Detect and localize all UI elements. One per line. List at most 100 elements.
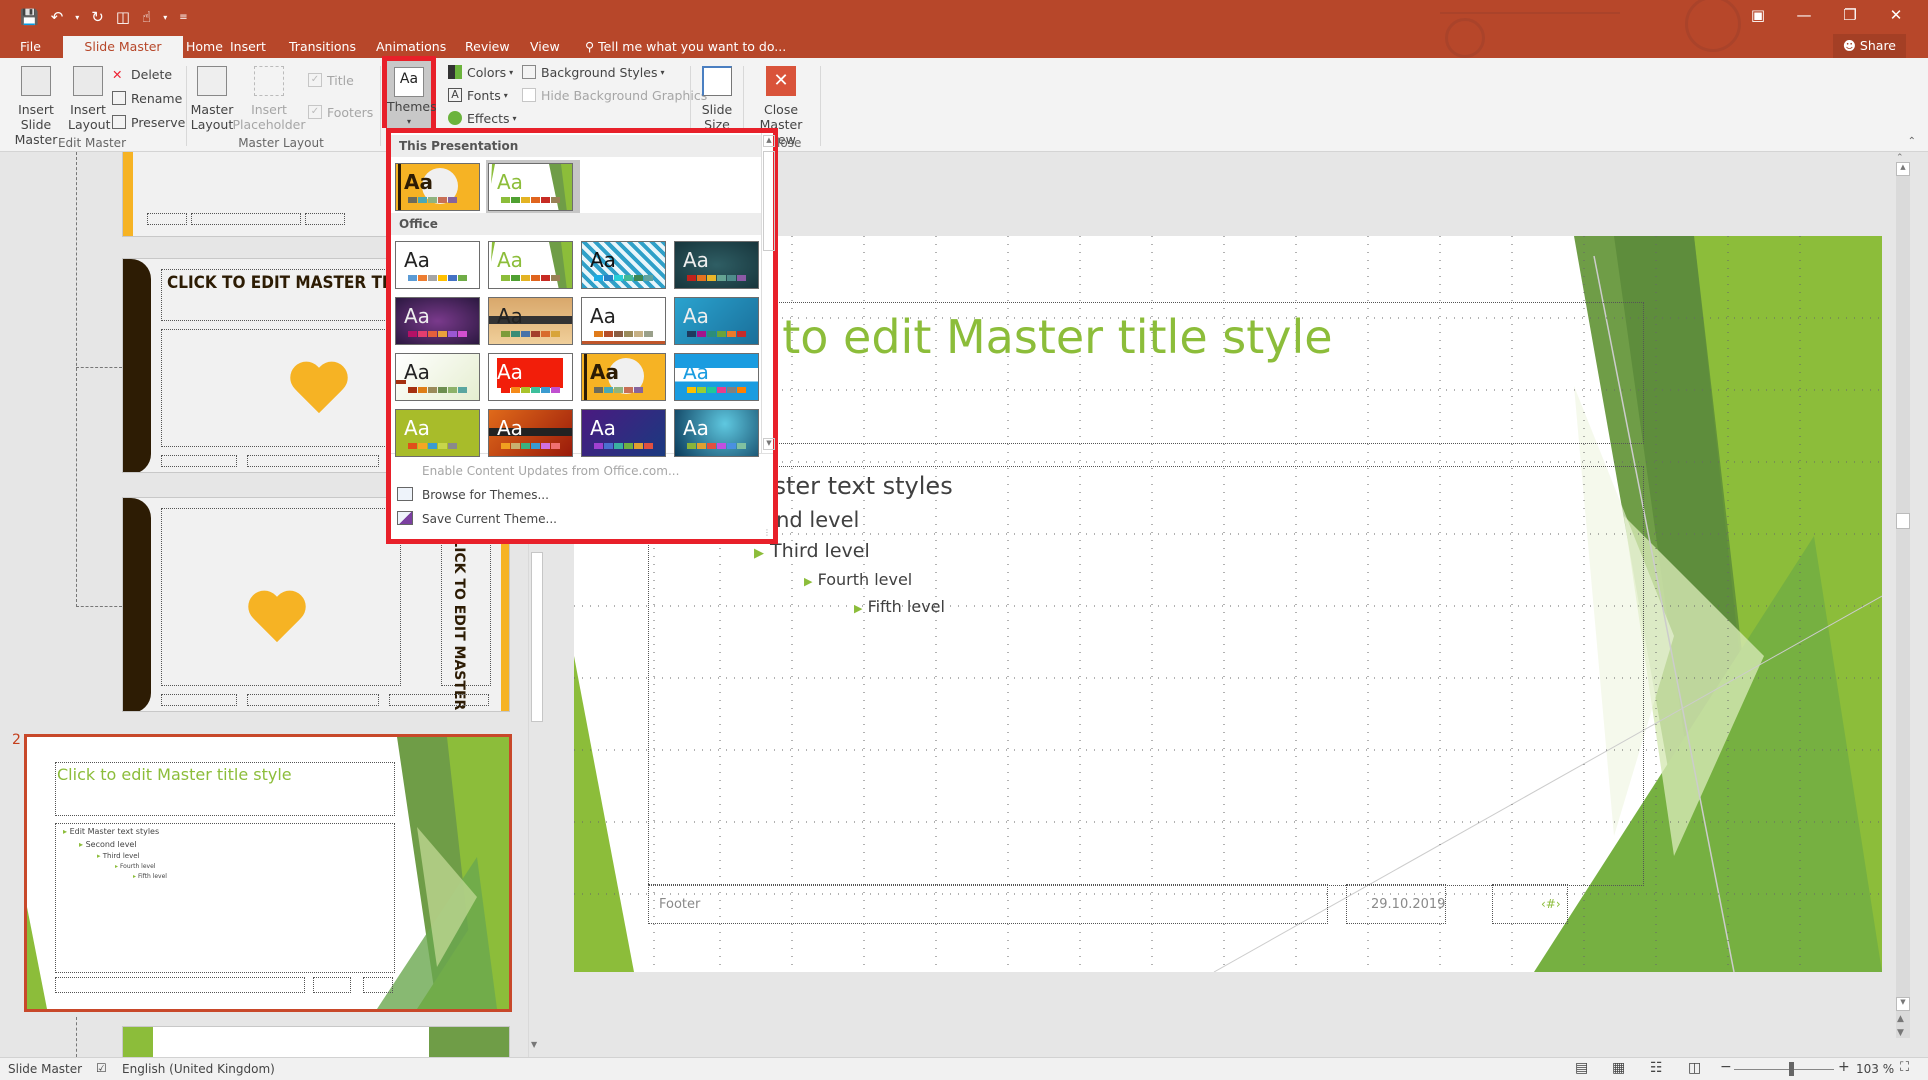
theme-office-16[interactable]: Aa (674, 409, 759, 457)
footers-checkbox[interactable]: ✓ Footers (308, 102, 373, 122)
scrollbar-thumb[interactable] (531, 552, 543, 722)
theme-office-3[interactable]: Aa (581, 241, 666, 289)
checkbox-icon (522, 88, 536, 102)
scroll-down-icon[interactable]: ▼ (763, 438, 775, 450)
slide-number: 2 (12, 732, 21, 748)
scroll-down-icon[interactable]: ▼ (1896, 997, 1910, 1011)
theme-office-13[interactable]: Aa (395, 409, 480, 457)
ribbon-display-options-icon[interactable]: ▣ (1735, 4, 1781, 26)
insert-placeholder-button[interactable]: Insert Placeholder (230, 66, 308, 132)
delete-button[interactable]: ✕ Delete (112, 64, 185, 84)
theme-office-12[interactable]: Aa (674, 353, 759, 401)
rename-button[interactable]: Rename (112, 88, 185, 108)
theme-this-presentation-1[interactable]: Aa (395, 163, 480, 211)
tell-me-search[interactable]: ⚲ Tell me what you want to do... (575, 36, 796, 58)
theme-office-14[interactable]: Aa (488, 409, 573, 457)
insert-slide-master-button[interactable]: Insert Slide Master (4, 66, 68, 147)
thumbnail-selected-master[interactable]: Click to edit Master title style ▸ Edit … (24, 734, 512, 1012)
tab-file[interactable]: File (10, 36, 51, 58)
scrollbar-thumb[interactable] (763, 151, 775, 251)
theme-color-swatches (501, 275, 561, 281)
effects-button[interactable]: Effects ▾ (448, 108, 517, 128)
status-view-label: Slide Master (8, 1062, 83, 1076)
hide-background-graphics-checkbox[interactable]: Hide Background Graphics (522, 85, 707, 105)
scroll-up-icon[interactable]: ▲ (1896, 162, 1910, 176)
slide-number-placeholder[interactable]: ‹#› (1492, 884, 1568, 924)
browse-for-themes-item[interactable]: Browse for Themes... (391, 483, 761, 507)
zoom-in-icon[interactable]: + (1838, 1059, 1850, 1075)
theme-office-7[interactable]: Aa (581, 297, 666, 345)
zoom-slider-thumb[interactable] (1789, 1062, 1794, 1076)
theme-office-10[interactable]: Aa (488, 353, 573, 401)
themes-button[interactable]: Aa Themes ▾ (382, 56, 437, 128)
slide-size-button[interactable]: Slide Size (694, 66, 740, 132)
insert-layout-button[interactable]: Insert Layout (68, 66, 111, 132)
theme-office-6[interactable]: Aa (488, 297, 573, 345)
scroll-down-icon[interactable]: ▼ (531, 1040, 537, 1049)
minimize-icon[interactable]: — (1781, 4, 1827, 26)
effects-icon (448, 111, 462, 125)
undo-dropdown-icon[interactable]: ▾ (75, 13, 79, 22)
tab-review[interactable]: Review (455, 36, 520, 58)
undo-icon[interactable]: ↶ (51, 8, 64, 26)
touch-mode-icon[interactable]: ☝ (142, 8, 151, 26)
zoom-slider[interactable] (1734, 1069, 1834, 1070)
start-from-beginning-icon[interactable]: ◫ (116, 8, 130, 26)
collapse-ribbon-icon[interactable]: ⌃ (1908, 136, 1916, 147)
save-icon[interactable]: 💾 (20, 8, 39, 26)
status-language[interactable]: English (United Kingdom) (122, 1062, 275, 1076)
theme-this-presentation-2[interactable]: Aa (488, 163, 573, 211)
slide-show-icon[interactable]: ◫ (1688, 1060, 1701, 1076)
save-current-theme-item[interactable]: Save Current Theme... (391, 507, 761, 531)
thumbnail-layout[interactable] (122, 1026, 510, 1057)
reading-view-icon[interactable]: ☷ (1650, 1060, 1663, 1076)
touch-dropdown-icon[interactable]: ▾ (163, 13, 167, 22)
share-button[interactable]: ☻ Share (1832, 34, 1906, 58)
tab-insert[interactable]: Insert (220, 36, 276, 58)
zoom-level[interactable]: 103 % (1856, 1062, 1894, 1076)
background-styles-button[interactable]: Background Styles ▾ (522, 62, 707, 82)
restore-icon[interactable]: ❐ (1827, 4, 1873, 26)
master-layout-button[interactable]: Master Layout (190, 66, 234, 132)
normal-view-icon[interactable]: ▤ (1575, 1060, 1588, 1076)
theme-color-swatches (687, 275, 747, 281)
gallery-scrollbar[interactable]: ▲ ▼ (761, 133, 775, 453)
heart-shape (247, 592, 307, 646)
previous-slide-icon[interactable]: ▲ (1897, 1014, 1904, 1024)
tab-slide-master[interactable]: Slide Master (63, 36, 183, 58)
theme-office-9[interactable]: Aa (395, 353, 480, 401)
title-checkbox[interactable]: ✓ Title (308, 70, 373, 90)
theme-office-5[interactable]: Aa (395, 297, 480, 345)
zoom-out-icon[interactable]: − (1720, 1059, 1732, 1075)
theme-office-2[interactable]: Aa (488, 241, 573, 289)
theme-office-15[interactable]: Aa (581, 409, 666, 457)
footer-placeholder[interactable]: Footer (648, 884, 1328, 924)
resize-grip-icon[interactable]: ⋮ (763, 528, 771, 537)
date-placeholder[interactable]: 29.10.2019 (1346, 884, 1446, 924)
redo-icon[interactable]: ↻ (91, 8, 104, 26)
preserve-button[interactable]: Preserve (112, 112, 185, 132)
fonts-button[interactable]: A Fonts ▾ (448, 85, 517, 105)
scroll-up-icon[interactable]: ▲ (763, 135, 775, 147)
scroll-track[interactable] (1896, 162, 1910, 1038)
tab-transitions[interactable]: Transitions (279, 36, 366, 58)
close-icon[interactable]: ✕ (1873, 4, 1919, 26)
separator (820, 66, 821, 146)
theme-office-4[interactable]: Aa (674, 241, 759, 289)
spell-check-icon[interactable]: ☑ (96, 1061, 107, 1075)
colors-button[interactable]: Colors ▾ (448, 62, 517, 82)
theme-office-8[interactable]: Aa (674, 297, 759, 345)
editor-scrollbar[interactable]: ⌃ ▲ ▼ ▲ ▼ (1892, 152, 1928, 1057)
theme-office-11[interactable]: Aa (581, 353, 666, 401)
tab-view[interactable]: View (520, 36, 570, 58)
theme-office-1[interactable]: Aa (395, 241, 480, 289)
scrollbar-thumb[interactable] (1896, 513, 1910, 529)
customize-qat-icon[interactable]: ≡ (179, 12, 187, 23)
tab-animations[interactable]: Animations (366, 36, 456, 58)
theme-preview-text: Aa (590, 416, 616, 440)
theme-color-swatches (594, 275, 654, 281)
fit-to-window-icon[interactable]: ⛶ (1900, 1060, 1909, 1075)
next-slide-icon[interactable]: ▼ (1897, 1028, 1904, 1038)
section-office: Office (391, 213, 761, 235)
slide-sorter-icon[interactable]: ▦ (1612, 1060, 1625, 1076)
